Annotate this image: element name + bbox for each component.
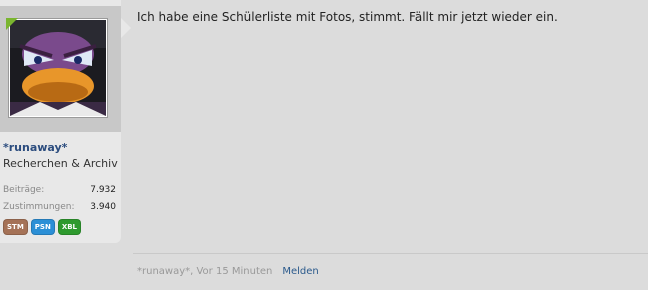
- gamer-badges: STM PSN XBL: [3, 219, 82, 235]
- avatar-image: [10, 20, 106, 116]
- avatar[interactable]: [8, 18, 108, 118]
- stat-value-posts: 7.932: [90, 185, 116, 195]
- user-sidebar: *runaway* Recherchen & Archiv Beiträge: …: [0, 0, 121, 243]
- online-indicator: [6, 18, 18, 30]
- message-arrow: [121, 18, 131, 38]
- badge-xbl[interactable]: XBL: [57, 219, 82, 235]
- avatar-container: [0, 6, 121, 132]
- message-body: Ich habe eine Schülerliste mit Fotos, st…: [137, 10, 558, 24]
- stat-label-likes: Zustimmungen:: [3, 202, 75, 212]
- message-divider: [133, 253, 648, 254]
- stat-label-posts: Beiträge:: [3, 185, 45, 195]
- report-link[interactable]: Melden: [282, 266, 318, 277]
- username-link[interactable]: *runaway*: [3, 141, 67, 154]
- badge-steam[interactable]: STM: [3, 219, 28, 235]
- post-author-date[interactable]: *runaway*, Vor 15 Minuten: [137, 266, 272, 277]
- user-title: Recherchen & Archiv: [3, 157, 118, 170]
- stat-value-likes: 3.940: [90, 202, 116, 212]
- message-meta: *runaway*, Vor 15 Minuten Melden: [137, 266, 319, 277]
- badge-psn[interactable]: PSN: [30, 219, 55, 235]
